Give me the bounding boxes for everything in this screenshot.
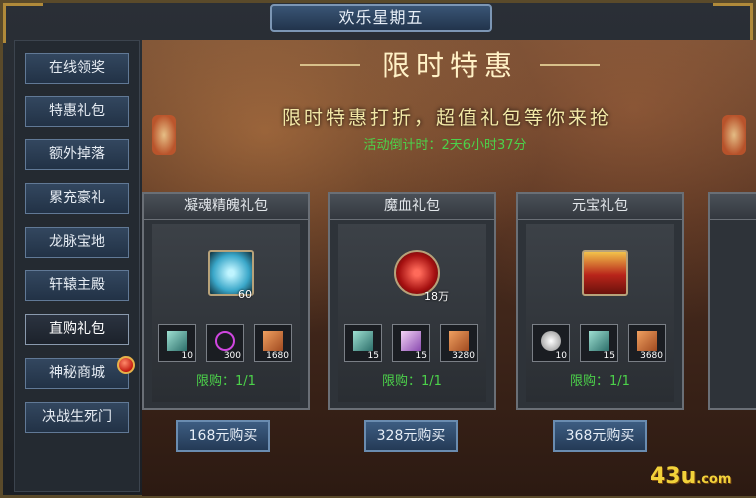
banner-title: 限时特惠: [381, 49, 518, 82]
item-qty: 10: [181, 351, 193, 361]
item-qty: 1680: [266, 351, 289, 361]
pack-card: 魔血礼包 18万 15 15 3280 限购：1/1: [328, 192, 496, 410]
sidebar-item-recharge-gift[interactable]: 累充豪礼: [25, 183, 129, 214]
sidebar-item-special-pack[interactable]: 特惠礼包: [25, 96, 129, 127]
item-qty: 10: [555, 351, 567, 361]
pack-body: 60 10 300 1680 限购：1/1: [152, 224, 300, 402]
event-countdown: 活动倒计时：2天6小时37分: [363, 138, 527, 153]
sidebar-item-xuanyuan-hall[interactable]: 轩辕主殿: [25, 270, 129, 301]
item-slot[interactable]: 3680: [628, 324, 666, 362]
item-qty: 3280: [452, 351, 475, 361]
item-slot[interactable]: 10: [532, 324, 570, 362]
frame-corner-ornament: [713, 3, 753, 43]
lantern-icon: [722, 115, 746, 155]
logo-text: 43u: [650, 464, 697, 489]
pack-name: 元宝礼包: [518, 194, 682, 220]
pack-card-partial: [708, 192, 756, 410]
item-slot[interactable]: 300: [206, 324, 244, 362]
pack-name: 凝魂精魄礼包: [144, 194, 308, 220]
activity-sidebar: 在线领奖 特惠礼包 额外掉落 累充豪礼 龙脉宝地 轩辕主殿 直购礼包 神秘商城 …: [14, 40, 140, 492]
sidebar-item-online-reward[interactable]: 在线领奖: [25, 53, 129, 84]
purchase-limit: 限购：1/1: [382, 374, 442, 389]
pack-card: 元宝礼包 10 15 3680 限购：1/1: [516, 192, 684, 410]
axe-icon: [353, 331, 373, 351]
item-slot[interactable]: 15: [344, 324, 382, 362]
book-icon: [449, 331, 469, 351]
pack-name-partial: [710, 194, 756, 220]
item-qty: 3680: [640, 351, 663, 361]
logo-suffix: .com: [696, 472, 732, 487]
white-gem-icon: [541, 331, 561, 351]
item-slot[interactable]: 10: [158, 324, 196, 362]
buy-button[interactable]: 328元购买: [364, 420, 458, 452]
wand-icon: [401, 331, 421, 351]
buy-button[interactable]: 168元购买: [176, 420, 270, 452]
sidebar-item-extra-drop[interactable]: 额外掉落: [25, 139, 129, 170]
treasure-chest-icon[interactable]: [582, 250, 628, 296]
item-qty: 300: [223, 351, 241, 361]
pack-body: 18万 15 15 3280 限购：1/1: [338, 224, 486, 402]
banner-divider: [540, 64, 600, 66]
axe-icon: [167, 331, 187, 351]
sidebar-item-direct-purchase[interactable]: 直购礼包: [25, 314, 129, 345]
book-icon: [637, 331, 657, 351]
item-qty: 15: [603, 351, 615, 361]
item-slot[interactable]: 3280: [440, 324, 478, 362]
sidebar-item-mystery-shop[interactable]: 神秘商城: [25, 358, 129, 389]
book-icon: [263, 331, 283, 351]
main-item-qty: 60: [238, 288, 252, 301]
pack-name: 魔血礼包: [330, 194, 494, 220]
frame-corner-ornament: [3, 3, 43, 43]
banner-subtitle: 限时特惠打折，超值礼包等你来抢: [281, 107, 612, 129]
banner-divider: [300, 64, 360, 66]
pack-body: 10 15 3680 限购：1/1: [526, 224, 674, 402]
item-slot[interactable]: 1680: [254, 324, 292, 362]
item-slot[interactable]: 15: [580, 324, 618, 362]
pack-card: 凝魂精魄礼包 60 10 300 1680 限购：1/1: [142, 192, 310, 410]
purple-orb-icon: [215, 331, 235, 351]
sidebar-item-dragon-vein[interactable]: 龙脉宝地: [25, 227, 129, 258]
main-item-qty: 18万: [424, 290, 449, 303]
site-logo: 43u.com: [650, 462, 750, 492]
notification-dot-icon: [117, 356, 135, 374]
buy-button[interactable]: 368元购买: [553, 420, 647, 452]
lantern-icon: [152, 115, 176, 155]
item-slot[interactable]: 15: [392, 324, 430, 362]
axe-icon: [589, 331, 609, 351]
window-title: 欢乐星期五: [270, 4, 492, 32]
item-qty: 15: [367, 351, 379, 361]
sidebar-item-life-death-gate[interactable]: 决战生死门: [25, 402, 129, 433]
purchase-limit: 限购：1/1: [196, 374, 256, 389]
item-qty: 15: [415, 351, 427, 361]
purchase-limit: 限购：1/1: [570, 374, 630, 389]
